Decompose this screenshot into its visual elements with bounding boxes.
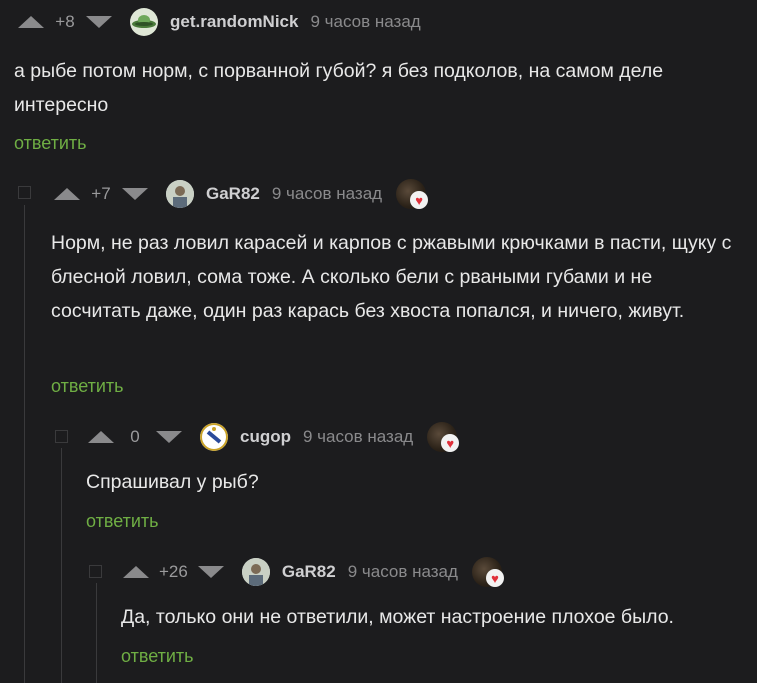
comment-header: 0 cugop 9 часов назад ♥ <box>88 419 460 455</box>
heart-icon: ♥ <box>410 191 429 209</box>
rating: +7 <box>91 184 111 203</box>
comment-header: +7 GaR82 9 часов назад ♥ <box>54 176 429 212</box>
upvote-icon[interactable] <box>18 16 44 28</box>
heart-icon: ♥ <box>485 569 504 587</box>
timestamp[interactable]: 9 часов назад <box>303 427 413 447</box>
downvote-icon[interactable] <box>86 16 112 28</box>
reply-link[interactable]: ответить <box>51 376 124 397</box>
timestamp[interactable]: 9 часов назад <box>272 184 382 204</box>
collapse-icon[interactable] <box>55 430 68 443</box>
thread-line <box>61 448 62 683</box>
author-nick[interactable]: GaR82 <box>206 184 260 204</box>
timestamp[interactable]: 9 часов назад <box>310 12 420 32</box>
downvote-icon[interactable] <box>122 188 148 200</box>
collapse-icon[interactable] <box>18 186 31 199</box>
comment-text: Да, только они не ответили, может настро… <box>121 606 674 628</box>
comment-text: Спрашивал у рыб? <box>86 471 259 493</box>
ufo-avatar-icon <box>132 15 156 28</box>
reply-link[interactable]: ответить <box>86 511 159 532</box>
reply-link[interactable]: ответить <box>14 133 87 154</box>
downvote-icon[interactable] <box>156 431 182 443</box>
rating: 0 <box>130 427 140 446</box>
avatar[interactable] <box>130 8 158 36</box>
author-nick[interactable]: GaR82 <box>282 562 336 582</box>
comment-header: +26 GaR82 9 часов назад ♥ <box>123 554 504 590</box>
comment-text: а рыбе потом норм, с порванной губой? я … <box>14 60 664 116</box>
author-nick[interactable]: cugop <box>240 427 291 447</box>
person-avatar-icon <box>166 180 194 208</box>
avatar[interactable] <box>166 180 194 208</box>
thread-line <box>96 583 97 683</box>
award-badge[interactable]: ♥ <box>427 422 460 452</box>
avatar[interactable] <box>200 423 228 451</box>
heart-icon: ♥ <box>441 434 460 452</box>
crest-avatar-icon <box>200 423 228 451</box>
collapse-icon[interactable] <box>89 565 102 578</box>
avatar[interactable] <box>241 558 270 586</box>
reply-link[interactable]: ответить <box>121 646 194 667</box>
rating: +26 <box>159 562 188 581</box>
downvote-icon[interactable] <box>197 566 224 578</box>
timestamp[interactable]: 9 часов назад <box>348 562 458 582</box>
comment-header: +8 get.randomNick 9 часов назад <box>18 4 421 40</box>
comment-text: Норм, не раз ловил карасей и карпов с рж… <box>51 232 732 322</box>
award-badge[interactable]: ♥ <box>471 557 504 587</box>
award-badge[interactable]: ♥ <box>396 179 429 209</box>
upvote-icon[interactable] <box>54 188 80 200</box>
author-nick[interactable]: get.randomNick <box>170 12 298 32</box>
person-avatar-icon <box>241 558 270 586</box>
rating: +8 <box>55 12 75 31</box>
thread-line <box>24 205 25 683</box>
upvote-icon[interactable] <box>88 431 114 443</box>
upvote-icon[interactable] <box>123 566 149 578</box>
